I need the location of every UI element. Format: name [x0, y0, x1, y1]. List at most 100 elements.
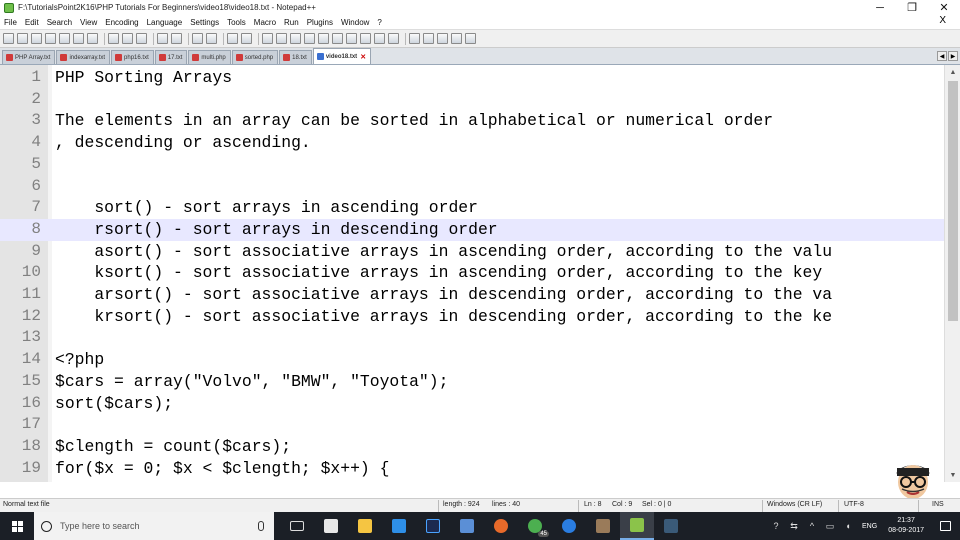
editor-line[interactable]: 18 $clength = count($cars);	[0, 436, 944, 458]
scrollbar-thumb[interactable]	[948, 81, 958, 321]
file-explorer-icon[interactable]	[348, 512, 382, 540]
menu-file[interactable]: File	[4, 18, 17, 27]
line-text[interactable]: sort($cars);	[55, 393, 173, 415]
menu-settings[interactable]: Settings	[190, 18, 219, 27]
recorder-app-icon[interactable]	[654, 512, 688, 540]
menu-plugins[interactable]: Plugins	[307, 18, 333, 27]
editor-line[interactable]: 6	[0, 176, 944, 198]
tab-php16[interactable]: php16.txt	[111, 50, 154, 64]
new-file-icon[interactable]	[3, 33, 14, 44]
editor-line[interactable]: 15 $cars = array("Volvo", "BMW", "Toyota"…	[0, 371, 944, 393]
editor-line[interactable]: 8 rsort() - sort arrays in descending or…	[0, 218, 944, 241]
show-all-chars-icon[interactable]	[304, 33, 315, 44]
store-icon[interactable]	[314, 512, 348, 540]
tab-18[interactable]: 18.txt	[279, 50, 312, 64]
close-document-button[interactable]: X	[939, 15, 946, 26]
document-map-icon[interactable]	[346, 33, 357, 44]
play-macro-icon[interactable]	[437, 33, 448, 44]
editor-line[interactable]: 4 , descending or ascending.	[0, 132, 944, 154]
editor-line[interactable]: 2	[0, 89, 944, 111]
tab-scroll-right-icon[interactable]: ▶	[948, 51, 958, 61]
line-text[interactable]: ksort() - sort associative arrays in asc…	[55, 262, 822, 284]
menu-tools[interactable]: Tools	[227, 18, 246, 27]
word-wrap-icon[interactable]	[290, 33, 301, 44]
redo-icon[interactable]	[171, 33, 182, 44]
undo-icon[interactable]	[157, 33, 168, 44]
virtualbox-icon[interactable]	[450, 512, 484, 540]
paste-icon[interactable]	[136, 33, 147, 44]
editor-line[interactable]: 16 sort($cars);	[0, 393, 944, 415]
minimize-button[interactable]: ─	[864, 0, 896, 15]
show-hidden-icons-icon[interactable]: ^	[806, 520, 818, 532]
line-text[interactable]: The elements in an array can be sorted i…	[55, 110, 773, 132]
open-file-icon[interactable]	[17, 33, 28, 44]
menu-search[interactable]: Search	[47, 18, 72, 27]
cut-icon[interactable]	[108, 33, 119, 44]
menu-help[interactable]: ?	[377, 18, 381, 27]
indent-guide-icon[interactable]	[318, 33, 329, 44]
tab-indexarray[interactable]: indexarray.txt	[56, 50, 111, 64]
taskbar-search-box[interactable]: Type here to search	[34, 512, 274, 540]
close-all-icon[interactable]	[73, 33, 84, 44]
line-text[interactable]: for($x = 0; $x < $clength; $x++) {	[55, 458, 389, 480]
firefox-icon[interactable]	[484, 512, 518, 540]
zoom-out-icon[interactable]	[241, 33, 252, 44]
editor-line[interactable]: 5	[0, 154, 944, 176]
action-center-button[interactable]	[930, 512, 960, 540]
menu-language[interactable]: Language	[147, 18, 183, 27]
menu-run[interactable]: Run	[284, 18, 299, 27]
dropbox-icon[interactable]	[382, 512, 416, 540]
close-file-icon[interactable]	[59, 33, 70, 44]
input-language[interactable]: ENG	[862, 523, 877, 530]
close-button[interactable]: ✕	[928, 0, 960, 15]
scroll-down-icon[interactable]: ▼	[945, 468, 960, 482]
editor-line[interactable]: 11 arsort() - sort associative arrays in…	[0, 284, 944, 306]
find-icon[interactable]	[192, 33, 203, 44]
line-text[interactable]: <?php	[55, 349, 104, 371]
chrome-icon[interactable]: 45	[518, 512, 552, 540]
tab-sorted-php[interactable]: sorted.php	[231, 50, 279, 64]
network-icon[interactable]: ⇆	[788, 520, 800, 532]
print-icon[interactable]	[87, 33, 98, 44]
save-icon[interactable]	[31, 33, 42, 44]
menu-macro[interactable]: Macro	[254, 18, 276, 27]
line-text[interactable]: asort() - sort associative arrays in asc…	[55, 241, 832, 263]
editor-line[interactable]: 7 sort() - sort arrays in ascending orde…	[0, 197, 944, 219]
folder-workspace-icon[interactable]	[374, 33, 385, 44]
clock[interactable]: 21:37 08-09-2017	[888, 516, 924, 536]
play-macro-multiple-icon[interactable]	[451, 33, 462, 44]
help-icon[interactable]: ?	[770, 520, 782, 532]
line-text[interactable]: $cars = array("Volvo", "BMW", "Toyota");	[55, 371, 448, 393]
media-app-icon[interactable]	[586, 512, 620, 540]
replace-icon[interactable]	[206, 33, 217, 44]
copy-icon[interactable]	[122, 33, 133, 44]
editor-line[interactable]: 19 for($x = 0; $x < $clength; $x++) {	[0, 458, 944, 480]
editor-line[interactable]: 10 ksort() - sort associative arrays in …	[0, 262, 944, 284]
tab-close-icon[interactable]: ✕	[360, 53, 366, 61]
sync-vertical-icon[interactable]	[262, 33, 273, 44]
line-text[interactable]: $clength = count($cars);	[55, 436, 291, 458]
edge-icon[interactable]	[552, 512, 586, 540]
volume-icon[interactable]: ◖	[842, 520, 854, 532]
tab-php-array[interactable]: PHP Array.txt	[2, 50, 56, 64]
editor-line[interactable]: 3 The elements in an array can be sorted …	[0, 110, 944, 132]
zoom-in-icon[interactable]	[227, 33, 238, 44]
line-text[interactable]: arsort() - sort associative arrays in de…	[55, 284, 832, 306]
tab-scroll-left-icon[interactable]: ◀	[937, 51, 947, 61]
maximize-button[interactable]: ❐	[896, 0, 928, 15]
task-view-icon[interactable]	[280, 512, 314, 540]
language-udl-icon[interactable]	[332, 33, 343, 44]
save-macro-icon[interactable]	[465, 33, 476, 44]
line-text[interactable]: PHP Sorting Arrays	[55, 67, 232, 89]
start-button[interactable]	[0, 512, 34, 540]
microphone-icon[interactable]	[258, 521, 264, 531]
notepad-plus-plus-task-icon[interactable]	[620, 512, 654, 540]
sync-horizontal-icon[interactable]	[276, 33, 287, 44]
menu-edit[interactable]: Edit	[25, 18, 39, 27]
menu-view[interactable]: View	[80, 18, 97, 27]
photoshop-icon[interactable]	[416, 512, 450, 540]
tab-multi-php[interactable]: multi.php	[188, 50, 231, 64]
function-list-icon[interactable]	[360, 33, 371, 44]
menu-encoding[interactable]: Encoding	[105, 18, 138, 27]
editor-line[interactable]: 1 PHP Sorting Arrays	[0, 67, 944, 89]
